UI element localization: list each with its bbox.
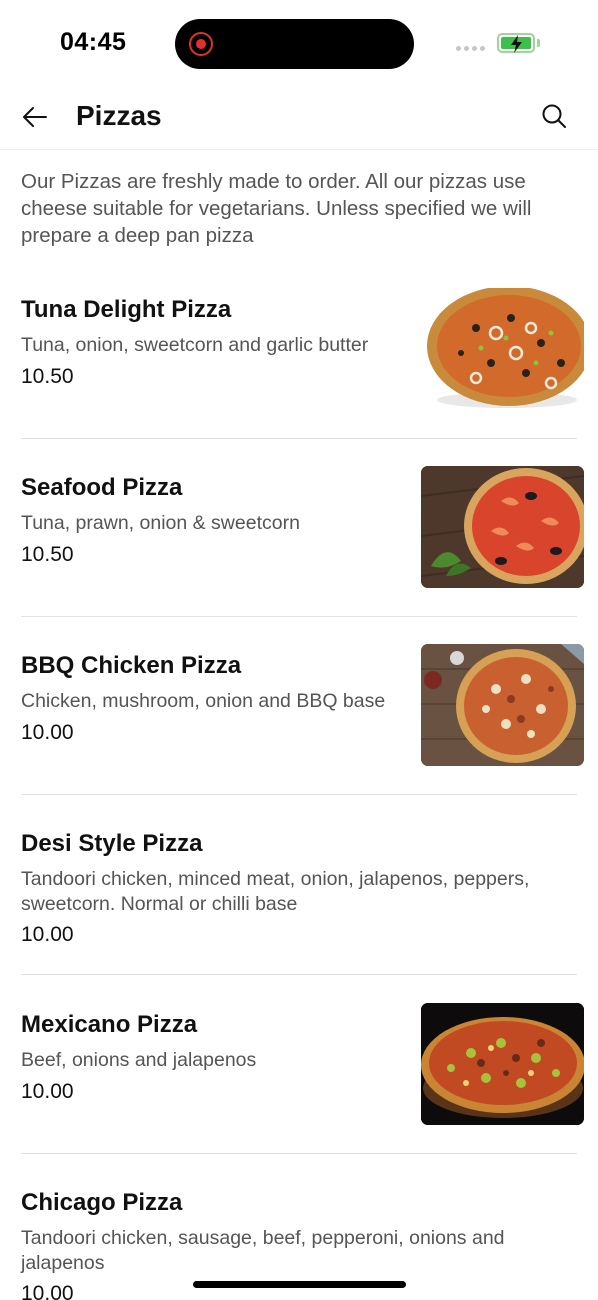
app-header: Pizzas <box>0 88 598 150</box>
item-price: 10.00 <box>21 923 74 946</box>
item-name: Chicago Pizza <box>21 1189 183 1216</box>
menu-item[interactable]: Desi Style Pizza Tandoori chicken, mince… <box>21 822 577 974</box>
bbq-chicken-pizza-photo <box>421 644 584 766</box>
battery-charging-icon <box>497 33 535 53</box>
item-name: Mexicano Pizza <box>21 1011 198 1038</box>
item-price: 10.00 <box>21 1282 74 1300</box>
dynamic-island <box>175 19 414 69</box>
item-description: Tuna, onion, sweetcorn and garlic butter <box>21 334 369 356</box>
item-price: 10.50 <box>21 365 74 388</box>
tuna-pizza-photo <box>421 288 584 410</box>
home-indicator[interactable] <box>193 1281 406 1288</box>
mexicano-pizza-photo <box>421 1003 584 1125</box>
search-button[interactable] <box>540 102 568 130</box>
item-name: Seafood Pizza <box>21 474 183 501</box>
menu-item[interactable]: Seafood Pizza Tuna, prawn, onion & sweet… <box>21 466 584 616</box>
menu-item[interactable]: Mexicano Pizza Beef, onions and jalapeno… <box>21 1003 584 1153</box>
item-description: Tandoori chicken, minced meat, onion, ja… <box>21 868 530 915</box>
item-name: Tuna Delight Pizza <box>21 296 232 323</box>
item-description: Chicken, mushroom, onion and BBQ base <box>21 690 386 712</box>
item-name: BBQ Chicken Pizza <box>21 652 242 679</box>
back-button[interactable] <box>20 102 50 132</box>
divider <box>21 974 577 975</box>
item-description: Beef, onions and jalapenos <box>21 1049 257 1071</box>
item-description: Tuna, prawn, onion & sweetcorn <box>21 512 300 534</box>
menu-item[interactable]: BBQ Chicken Pizza Chicken, mushroom, oni… <box>21 644 584 794</box>
signal-icon <box>456 46 485 51</box>
category-description: Our Pizzas are freshly made to order. Al… <box>21 170 532 247</box>
recording-icon <box>189 32 213 56</box>
status-time: 04:45 <box>60 28 127 56</box>
divider <box>21 616 577 617</box>
arrow-left-icon <box>23 107 47 127</box>
item-description: Tandoori chicken, sausage, beef, peppero… <box>21 1227 505 1274</box>
page-title: Pizzas <box>76 100 162 131</box>
status-bar: 04:45 <box>0 0 598 88</box>
divider <box>21 1153 577 1154</box>
item-price: 10.00 <box>21 1080 74 1103</box>
item-name: Desi Style Pizza <box>21 830 203 857</box>
divider <box>21 794 577 795</box>
item-price: 10.50 <box>21 543 74 566</box>
menu-item[interactable]: Tuna Delight Pizza Tuna, onion, sweetcor… <box>21 288 584 438</box>
item-price: 10.00 <box>21 721 74 744</box>
seafood-pizza-photo <box>421 466 584 588</box>
divider <box>21 438 577 439</box>
search-icon <box>542 104 566 128</box>
